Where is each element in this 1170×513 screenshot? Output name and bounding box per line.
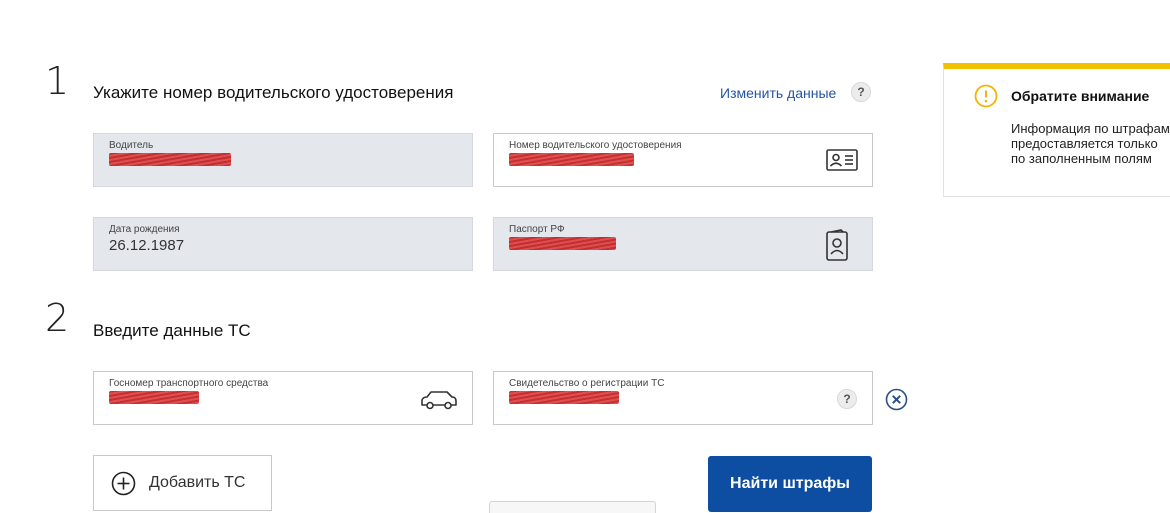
warning-icon — [974, 84, 998, 113]
redacted-plate-number — [109, 391, 199, 404]
step-1-help-button[interactable]: ? — [851, 82, 871, 102]
car-icon — [420, 390, 458, 415]
passport-label: Паспорт РФ — [509, 224, 565, 235]
redacted-passport-number — [509, 237, 616, 250]
passport-field: Паспорт РФ — [493, 217, 873, 271]
find-fines-button[interactable]: Найти штрафы — [708, 456, 872, 512]
question-icon: ? — [843, 392, 851, 406]
change-data-link[interactable]: Изменить данные — [720, 85, 836, 101]
birthdate-value: 26.12.1987 — [109, 237, 185, 254]
id-card-icon — [826, 149, 858, 176]
step-1-title: Укажите номер водительского удостоверени… — [93, 83, 454, 102]
passport-icon — [826, 229, 848, 266]
driver-field: Водитель — [93, 133, 473, 187]
add-vehicle-label: Добавить ТС — [149, 474, 246, 491]
step-2-title: Введите данные ТС — [93, 321, 251, 340]
notice-text: Информация по штрафам предоставляется то… — [1011, 121, 1170, 166]
notice-text-line: Информация по штрафам — [1011, 121, 1170, 136]
redacted-registration-number — [509, 391, 619, 404]
step-2-number: 2 — [45, 296, 70, 340]
step-1-number: 1 — [45, 59, 70, 103]
question-icon: ? — [857, 85, 865, 99]
birthdate-field: Дата рождения 26.12.1987 — [93, 217, 473, 271]
notice-title: Обратите внимание — [1011, 88, 1150, 104]
remove-vehicle-button[interactable] — [885, 388, 908, 416]
registration-help-button[interactable]: ? — [837, 389, 857, 409]
license-number-label: Номер водительского удостоверения — [509, 140, 682, 151]
notice-text-line: по заполненным полям — [1011, 151, 1152, 166]
registration-certificate-label: Свидетельство о регистрации ТС — [509, 378, 665, 389]
registration-certificate-field[interactable]: Свидетельство о регистрации ТС ? — [493, 371, 873, 425]
redacted-license-number — [509, 153, 634, 166]
license-number-field[interactable]: Номер водительского удостоверения — [493, 133, 873, 187]
redacted-driver-name — [109, 153, 231, 166]
notice-card: Обратите внимание Информация по штрафам … — [943, 63, 1170, 197]
plate-number-field[interactable]: Госномер транспортного средства — [93, 371, 473, 425]
close-circle-icon — [885, 388, 908, 411]
add-vehicle-button[interactable]: Добавить ТС — [93, 455, 272, 511]
birthdate-label: Дата рождения — [109, 224, 180, 235]
notice-text-line: предоставляется только — [1011, 136, 1158, 151]
driver-field-label: Водитель — [109, 140, 154, 151]
bottom-panel-tab[interactable] — [489, 501, 656, 513]
plate-number-label: Госномер транспортного средства — [109, 378, 269, 389]
plus-circle-icon — [111, 471, 136, 496]
